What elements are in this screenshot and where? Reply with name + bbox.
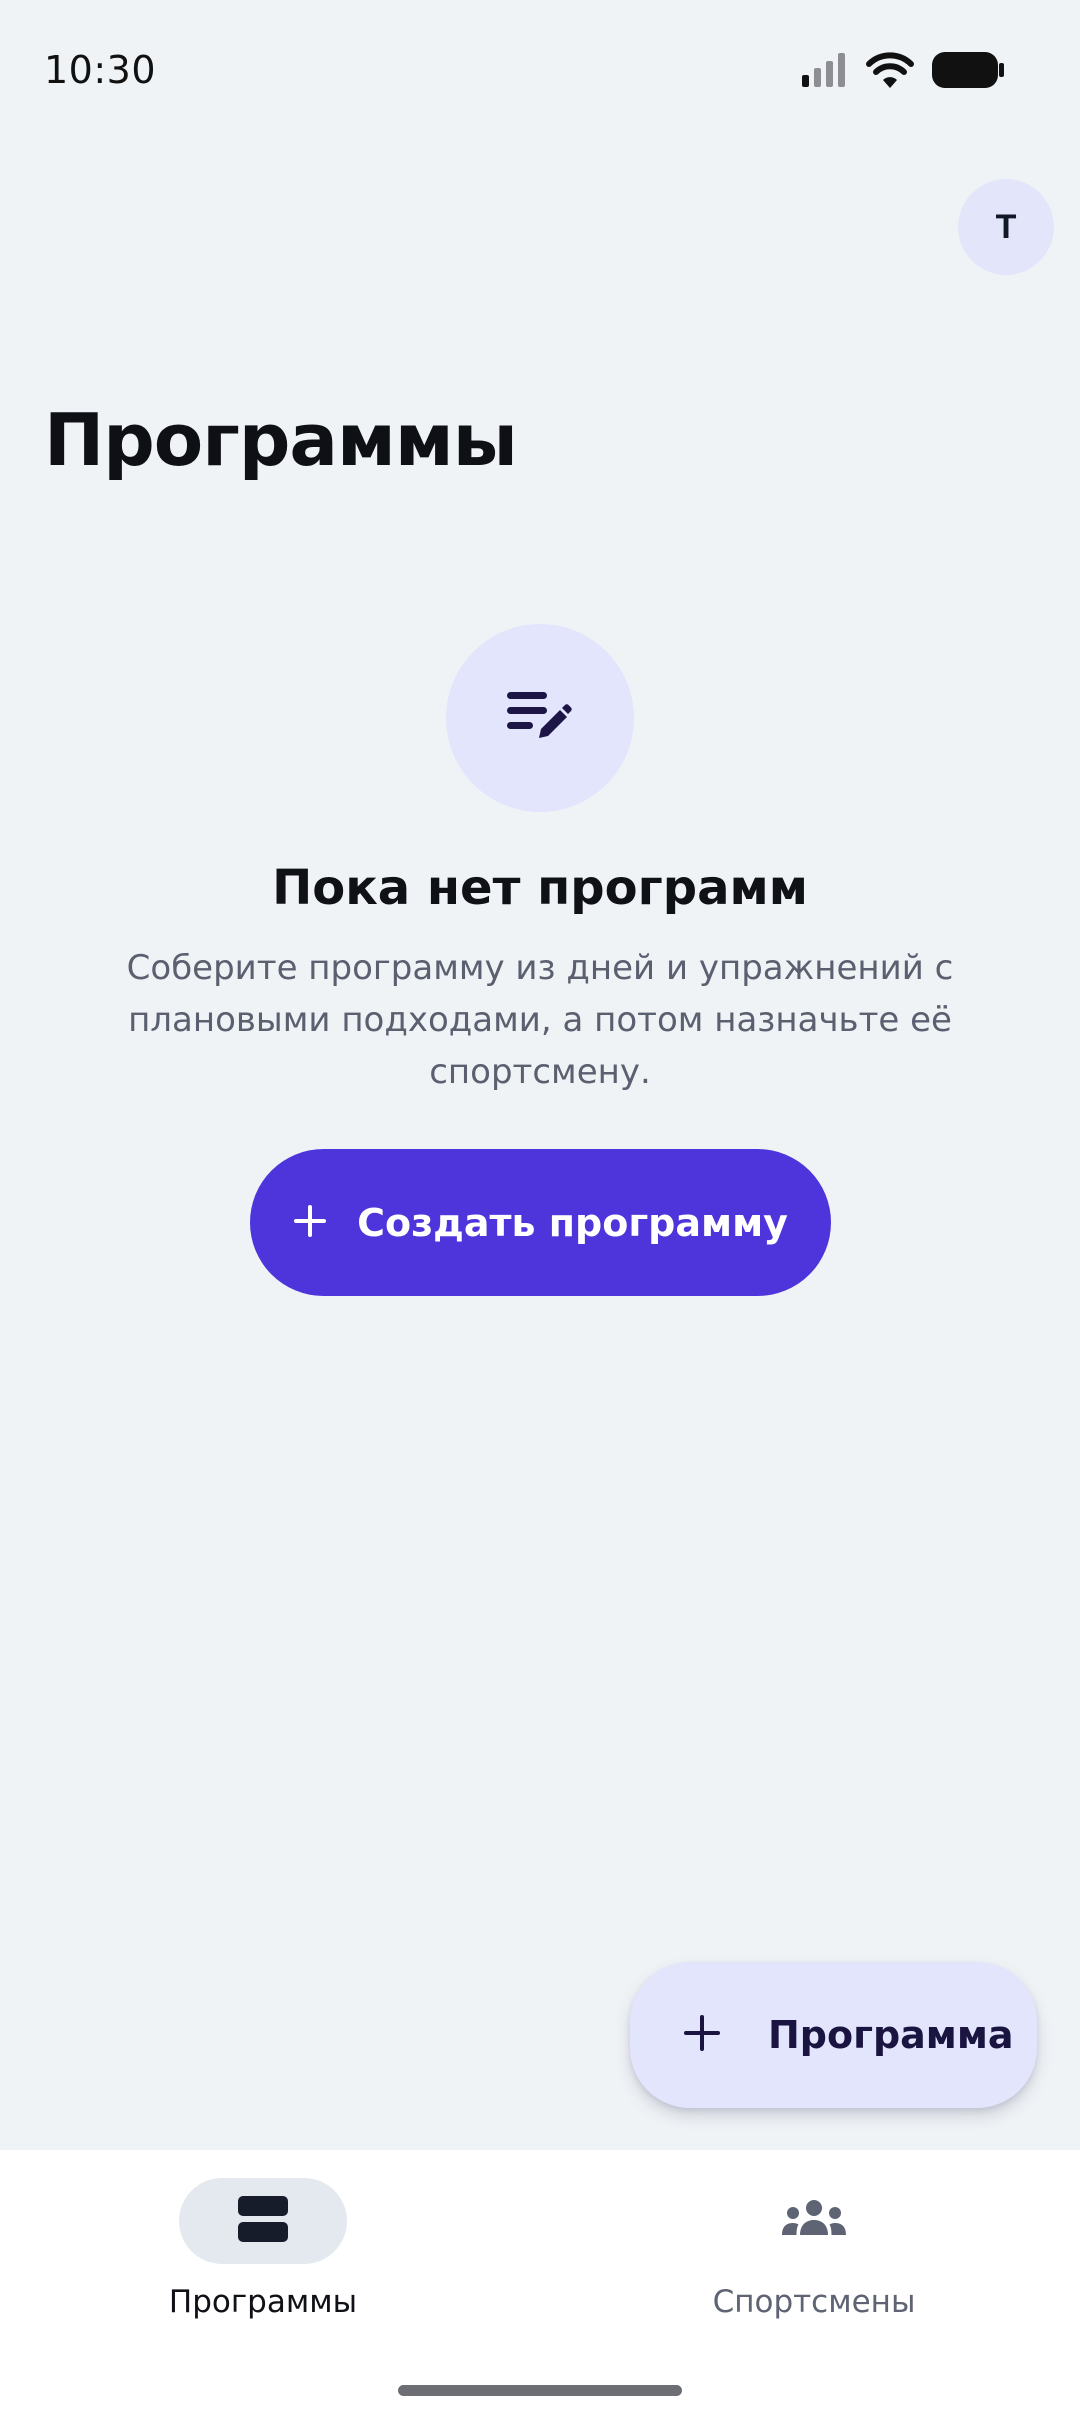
status-time: 10:30	[44, 48, 157, 92]
empty-state-title: Пока нет программ	[272, 860, 808, 916]
nav-active-indicator	[179, 2178, 347, 2264]
empty-state-description: Соберите программу из дней и упражнений …	[126, 948, 954, 1092]
nav-icon-container	[730, 2178, 898, 2264]
status-bar: 10:30	[0, 0, 1080, 140]
nav-label-programs: Программы	[168, 2284, 358, 2320]
page-title: Программы	[44, 398, 518, 482]
home-indicator[interactable]	[398, 2385, 682, 2396]
fab-label: Программа	[768, 2013, 1014, 2057]
status-icons	[802, 52, 1004, 88]
create-program-button-label: Создать программу	[357, 1200, 788, 1245]
create-program-button[interactable]: Создать программу	[250, 1149, 831, 1296]
nav-label-athletes: Спортсмены	[712, 2284, 916, 2320]
add-program-fab[interactable]: Программа	[630, 1962, 1037, 2108]
programs-screen: 10:30 T Программы Пока нет программ Собе…	[0, 0, 1080, 2424]
wifi-icon	[866, 52, 914, 88]
nav-item-programs[interactable]: Программы	[83, 2178, 443, 2328]
bottom-navigation: Программы Спортсмены	[0, 2150, 1080, 2424]
avatar[interactable]: T	[958, 179, 1054, 275]
plus-icon	[682, 2013, 722, 2057]
plus-icon	[293, 1204, 327, 1242]
edit-note-icon	[505, 688, 575, 748]
empty-state-icon-circle	[446, 624, 634, 812]
group-icon	[781, 2199, 847, 2243]
avatar-initial: T	[995, 207, 1017, 246]
nav-item-athletes[interactable]: Спортсмены	[634, 2178, 994, 2328]
battery-icon	[932, 52, 1004, 88]
cellular-signal-icon	[802, 53, 848, 87]
programs-icon	[238, 2196, 288, 2246]
